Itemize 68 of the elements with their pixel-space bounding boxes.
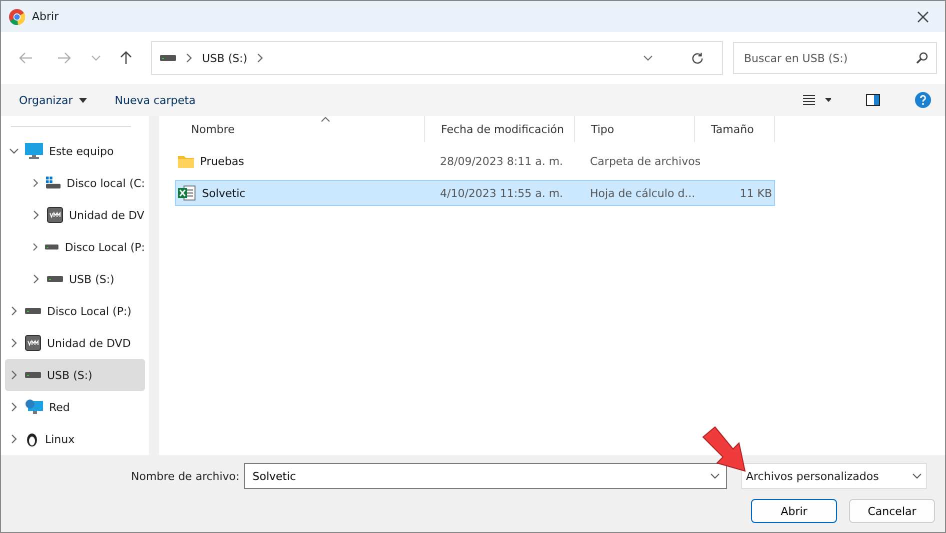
chevron-down-icon[interactable] [912,473,922,479]
filename-input[interactable]: Solvetic [250,468,706,484]
chevron-right-icon[interactable] [9,402,19,412]
sidebar-item[interactable]: Disco Local (P:) [5,295,145,327]
drive-icon [47,275,63,283]
folder-icon [178,154,194,168]
sidebar-item[interactable]: Unidad de DV [5,199,145,231]
column-header[interactable]: Fecha de modificación [425,116,575,142]
open-button[interactable]: Abrir [751,499,837,523]
sidebar-item[interactable]: USB (S:) [5,359,145,391]
chevron-right-icon[interactable] [31,210,41,220]
search-field[interactable]: Buscar en USB (S:) [733,42,937,74]
search-icon[interactable] [916,52,928,64]
chevron-right-icon[interactable] [184,53,194,63]
chevron-right-icon[interactable] [9,306,19,316]
window-title: Abrir [32,10,60,23]
chevron-right-icon[interactable] [255,53,266,63]
sidebar-item[interactable]: Unidad de DVD [5,327,145,359]
file-row[interactable]: Pruebas 28/09/2023 8:11 a. m. Carpeta de archivos [175,148,775,174]
date-cell: 28/09/2023 8:11 a. m. [440,154,564,168]
spreadsheet-icon [178,185,196,201]
pointer-arrow [701,425,747,473]
file-name: Pruebas [200,154,244,168]
file-name: Solvetic [202,186,246,200]
column-header[interactable]: Tamaño [695,116,775,142]
sort-caret-icon [321,117,330,122]
filename-field[interactable]: Solvetic [244,463,727,489]
cancel-button[interactable]: Cancelar [849,499,935,523]
address-bar[interactable]: USB (S:) [151,41,723,75]
organize-menu[interactable]: Organizar [19,94,87,106]
sidebar-item[interactable]: Linux [5,423,145,455]
chevron-right-icon[interactable] [31,274,41,284]
network-icon [25,399,43,415]
chevron-down-icon[interactable] [710,473,720,479]
date-cell: 4/10/2023 11:55 a. m. [440,186,564,200]
monitor-icon [25,143,43,159]
chevron-right-icon[interactable] [31,178,40,188]
drive-icon [25,307,41,315]
caret-icon [78,98,87,102]
column-header[interactable]: Tipo [575,116,695,142]
drive-icon [45,243,59,251]
size-cell: 11 KB [740,186,772,200]
file-row[interactable]: Solvetic 4/10/2023 11:55 a. m. Hoja de cálculo d... 11 KB [175,180,775,206]
refresh-icon[interactable] [691,52,704,64]
breadcrumb[interactable]: USB (S:) [202,52,248,64]
sidebar-item[interactable]: Red [5,391,145,423]
filename-label: Nombre de archivo: [131,470,240,482]
drive-icon [25,371,41,379]
column-header[interactable]: Nombre [175,116,425,142]
sidebar-item[interactable]: Disco local (C: [5,167,145,199]
chevron-right-icon[interactable] [9,370,19,380]
chevron-down-icon[interactable] [9,146,19,156]
sidebar-item[interactable]: Disco Local (P: [5,231,145,263]
sidebar-item[interactable]: USB (S:) [5,263,145,295]
type-cell: Carpeta de archivos [590,154,701,168]
chevron-right-icon[interactable] [9,434,19,444]
vm-icon [25,335,41,351]
windows-drive-icon [46,176,61,190]
new-folder-button[interactable]: Nueva carpeta [114,94,196,106]
chevron-right-icon[interactable] [31,242,40,252]
chevron-right-icon[interactable] [9,338,19,348]
drive-icon [160,54,176,62]
browser-logo-icon [9,8,25,24]
file-type-dropdown[interactable]: Archivos personalizados [741,463,927,489]
type-cell: Hoja de cálculo d... [590,186,696,200]
chevron-down-icon[interactable] [643,55,653,61]
sidebar-item[interactable]: Este equipo [5,135,145,167]
vm-icon [47,207,63,223]
